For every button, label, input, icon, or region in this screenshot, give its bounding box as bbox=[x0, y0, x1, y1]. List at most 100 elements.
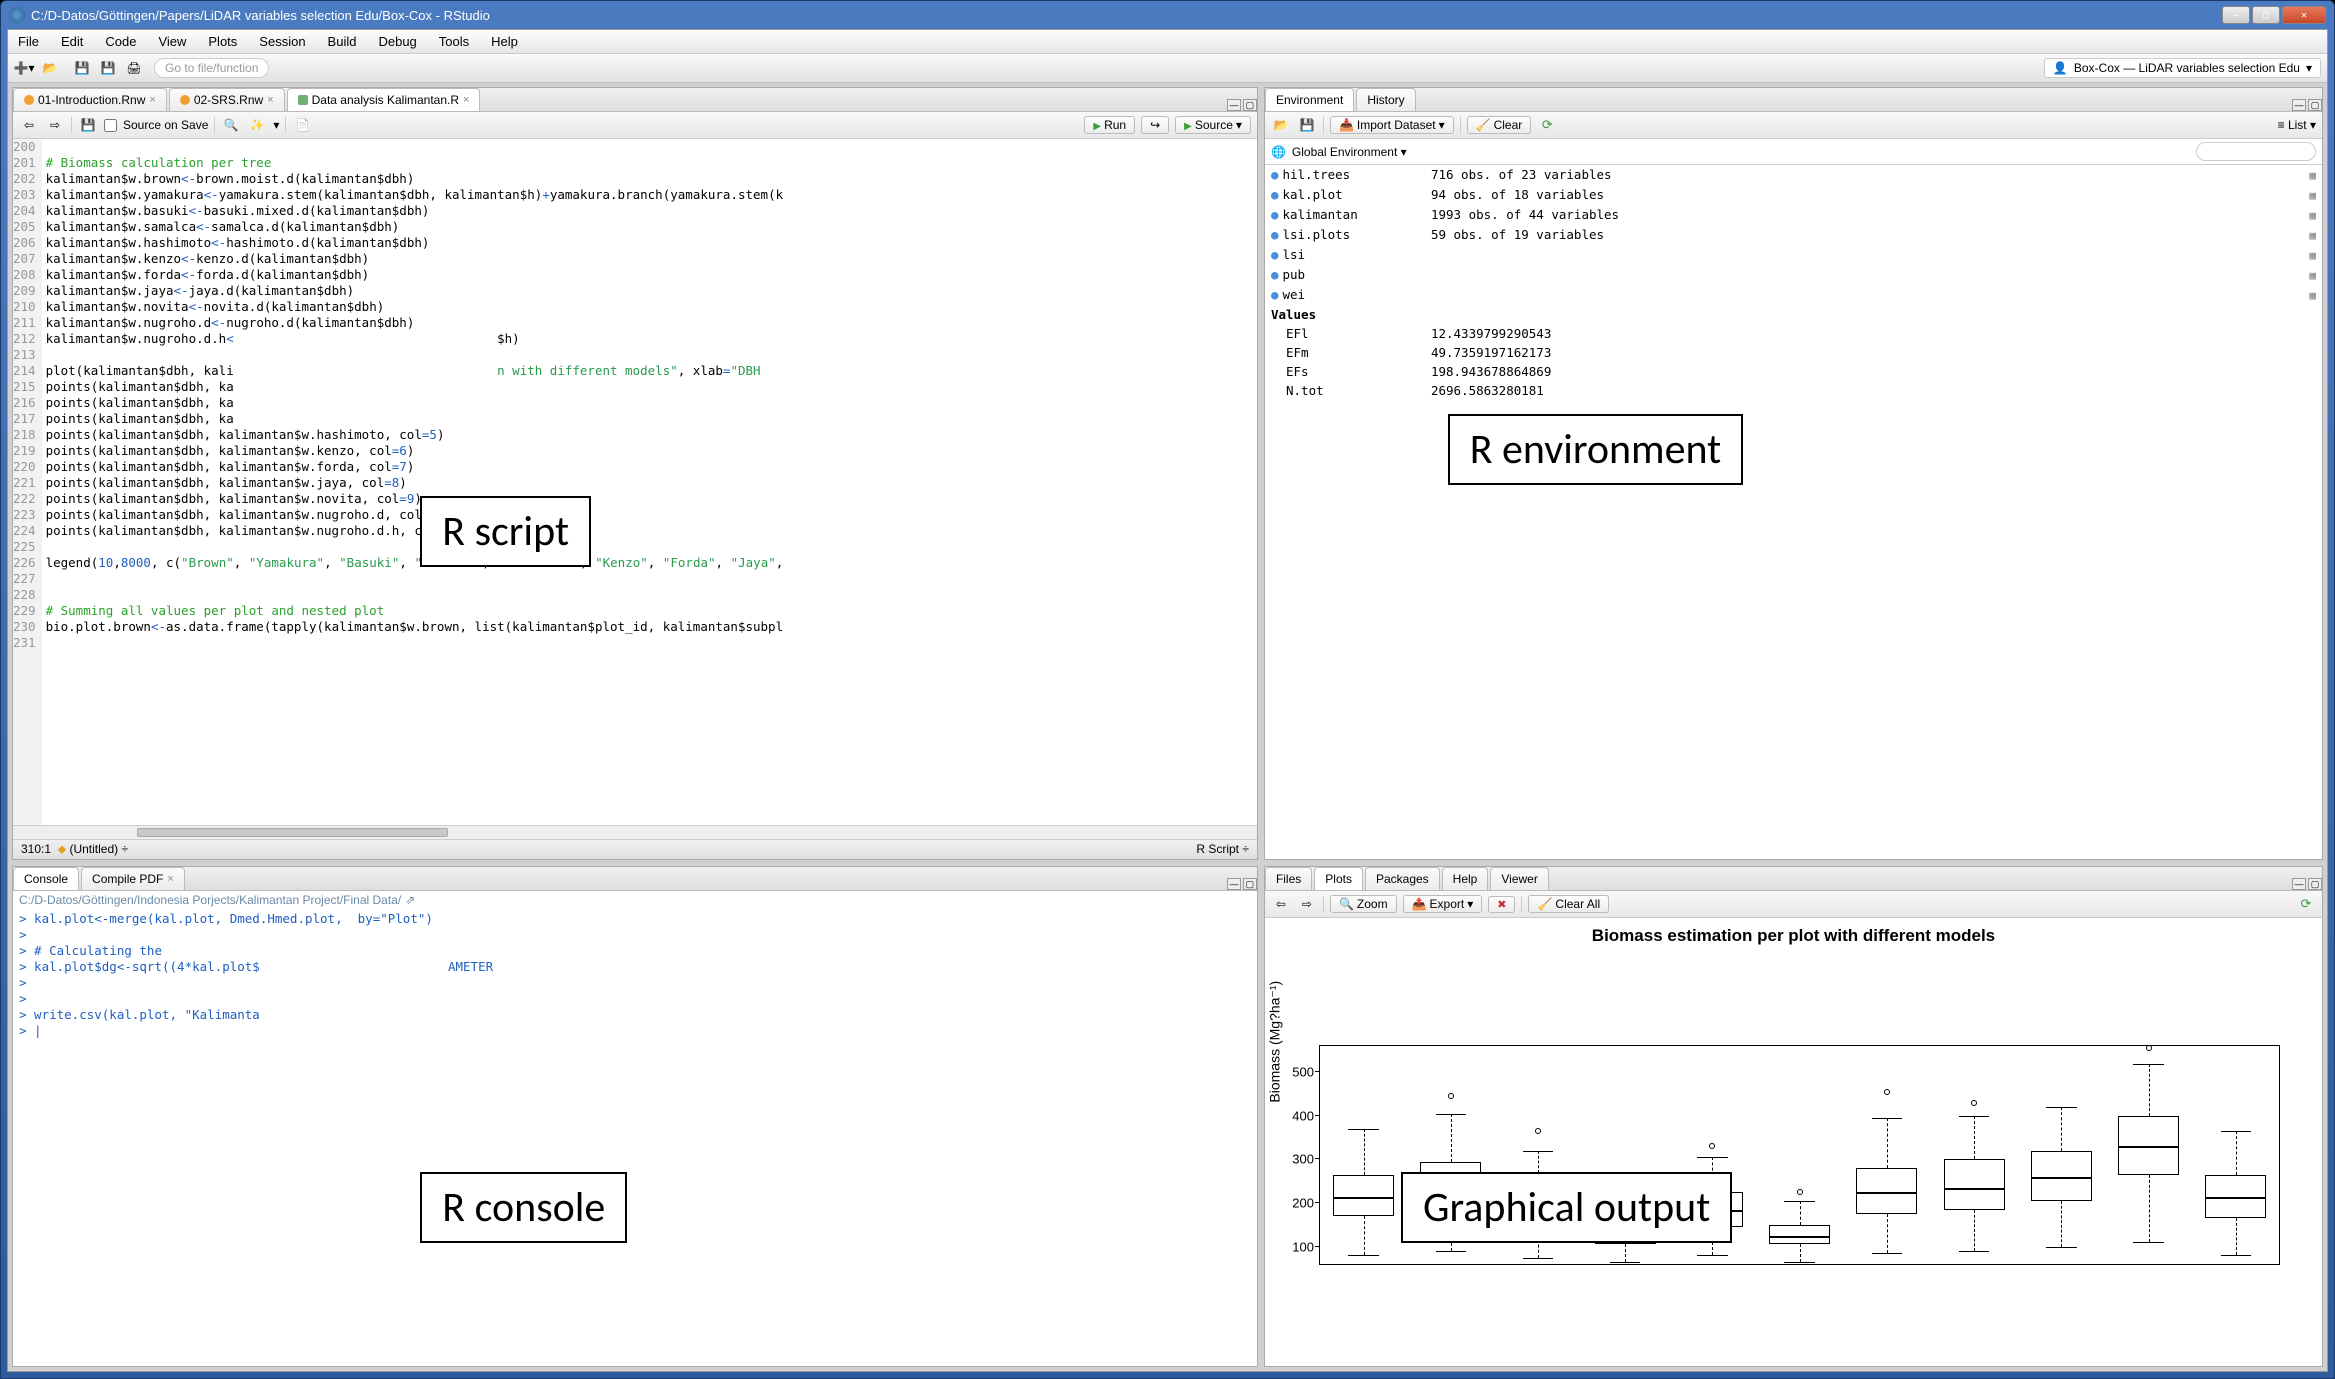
grid-icon[interactable] bbox=[2309, 285, 2316, 305]
pane-maximize-button[interactable]: ▢ bbox=[1243, 99, 1257, 111]
env-value-row[interactable]: EFm49.7359197162173 bbox=[1265, 343, 2322, 362]
grid-icon[interactable] bbox=[2309, 165, 2316, 185]
import-dataset-button[interactable]: 📥 Import Dataset ▾ bbox=[1330, 116, 1454, 134]
source-on-save-checkbox[interactable] bbox=[104, 119, 117, 132]
env-value-row[interactable]: EFs198.943678864869 bbox=[1265, 362, 2322, 381]
menu-help[interactable]: Help bbox=[487, 32, 522, 51]
pane-minimize-button[interactable]: — bbox=[2292, 878, 2306, 890]
pane-minimize-button[interactable]: — bbox=[1227, 878, 1241, 890]
env-value-row[interactable]: N.tot2696.5863280181 bbox=[1265, 381, 2322, 400]
close-tab-icon[interactable]: × bbox=[463, 94, 469, 106]
env-data-row[interactable]: pub bbox=[1265, 265, 2322, 285]
grid-icon[interactable] bbox=[2309, 205, 2316, 225]
grid-icon[interactable] bbox=[2309, 185, 2316, 205]
compile-button[interactable] bbox=[292, 115, 312, 135]
globe-icon bbox=[1271, 145, 1286, 159]
load-workspace-button[interactable] bbox=[1271, 115, 1291, 135]
refresh-env-button[interactable] bbox=[1537, 115, 1557, 135]
new-file-button[interactable]: ➕▾ bbox=[14, 58, 34, 78]
editor-tab[interactable]: 02-SRS.Rnw× bbox=[169, 88, 285, 111]
menu-edit[interactable]: Edit bbox=[57, 32, 87, 51]
environment-pane: EnvironmentHistory — ▢ 📥 Import Dataset … bbox=[1264, 87, 2323, 860]
remove-plot-button[interactable] bbox=[1488, 896, 1515, 913]
zoom-button[interactable]: Zoom bbox=[1330, 895, 1397, 913]
section-dropdown-icon[interactable]: ÷ bbox=[118, 842, 128, 857]
env-tab[interactable]: Environment bbox=[1265, 88, 1354, 111]
plots-tab[interactable]: Files bbox=[1265, 867, 1312, 890]
forward-button[interactable]: ⇨ bbox=[45, 115, 65, 135]
menu-file[interactable]: File bbox=[14, 32, 43, 51]
save-button[interactable] bbox=[72, 58, 92, 78]
section-label[interactable]: (Untitled) bbox=[69, 842, 118, 857]
back-button[interactable]: ⇦ bbox=[19, 115, 39, 135]
pane-minimize-button[interactable]: — bbox=[2292, 99, 2306, 111]
console-body[interactable]: > kal.plot<-merge(kal.plot, Dmed.Hmed.pl… bbox=[13, 909, 1257, 1366]
find-button[interactable] bbox=[221, 115, 241, 135]
menu-debug[interactable]: Debug bbox=[374, 32, 420, 51]
minimize-button[interactable]: — bbox=[2222, 6, 2250, 24]
code-editor[interactable]: 2002012022032042052062072082092102112122… bbox=[13, 139, 1257, 825]
menu-code[interactable]: Code bbox=[101, 32, 140, 51]
plots-tab[interactable]: Help bbox=[1442, 867, 1489, 890]
run-button[interactable]: Run bbox=[1084, 116, 1135, 134]
print-button[interactable]: 🖨 bbox=[124, 58, 144, 78]
maximize-button[interactable]: ▢ bbox=[2252, 6, 2280, 24]
editor-tab[interactable]: Data analysis Kalimantan.R× bbox=[287, 88, 481, 111]
editor-toolbar: ⇦ ⇨ Source on Save ▾ Run ↪ Source ▾ bbox=[13, 112, 1257, 139]
editor-tab[interactable]: 01-Introduction.Rnw× bbox=[13, 88, 167, 111]
close-tab-icon[interactable]: × bbox=[149, 94, 155, 106]
menu-build[interactable]: Build bbox=[324, 32, 361, 51]
prev-plot-button[interactable]: ⇦ bbox=[1271, 894, 1291, 914]
env-data-row[interactable]: hil.trees716 obs. of 23 variables bbox=[1265, 165, 2322, 185]
pane-maximize-button[interactable]: ▢ bbox=[2308, 99, 2322, 111]
env-data-row[interactable]: wei bbox=[1265, 285, 2322, 305]
env-data-row[interactable]: lsi.plots59 obs. of 19 variables bbox=[1265, 225, 2322, 245]
editor-h-scrollbar[interactable] bbox=[13, 825, 1257, 839]
wd-open-icon[interactable]: ⇗ bbox=[405, 893, 415, 907]
env-data-row[interactable]: lsi bbox=[1265, 245, 2322, 265]
console-tab[interactable]: Compile PDF× bbox=[81, 867, 185, 890]
env-data-row[interactable]: kalimantan1993 obs. of 44 variables bbox=[1265, 205, 2322, 225]
rerun-button[interactable]: ↪ bbox=[1141, 116, 1169, 134]
env-list[interactable]: hil.trees716 obs. of 23 variableskal.plo… bbox=[1265, 165, 2322, 859]
close-button[interactable]: ✕ bbox=[2282, 6, 2326, 24]
grid-icon[interactable] bbox=[2309, 225, 2316, 245]
titlebar[interactable]: C:/D-Datos/Göttingen/Papers/LiDAR variab… bbox=[1, 1, 2334, 29]
open-file-button[interactable] bbox=[40, 58, 60, 78]
menu-view[interactable]: View bbox=[154, 32, 190, 51]
export-button[interactable]: Export ▾ bbox=[1403, 895, 1483, 913]
save-script-button[interactable] bbox=[78, 115, 98, 135]
project-selector[interactable]: 👤 Box-Cox — LiDAR variables selection Ed… bbox=[2044, 58, 2321, 78]
wand-button[interactable] bbox=[247, 115, 267, 135]
file-type-label[interactable]: R Script bbox=[1196, 842, 1239, 856]
clear-env-button[interactable]: Clear bbox=[1467, 116, 1532, 134]
env-search-input[interactable] bbox=[2196, 142, 2316, 161]
pane-maximize-button[interactable]: ▢ bbox=[1243, 878, 1257, 890]
pane-maximize-button[interactable]: ▢ bbox=[2308, 878, 2322, 890]
console-tab[interactable]: Console bbox=[13, 867, 79, 890]
console-wd-path[interactable]: C:/D-Datos/Göttingen/Indonesia Porjects/… bbox=[13, 891, 1257, 909]
env-scope-selector[interactable]: Global Environment ▾ bbox=[1292, 145, 1407, 159]
plot-area: Biomass estimation per plot with differe… bbox=[1265, 918, 2322, 1366]
goto-file-function-input[interactable]: Go to file/function bbox=[154, 58, 269, 78]
source-button[interactable]: Source ▾ bbox=[1175, 116, 1251, 134]
menu-tools[interactable]: Tools bbox=[435, 32, 473, 51]
clear-all-plots-button[interactable]: Clear All bbox=[1528, 895, 1609, 913]
close-tab-icon[interactable]: × bbox=[267, 94, 273, 106]
plots-tab[interactable]: Packages bbox=[1365, 867, 1440, 890]
grid-icon[interactable] bbox=[2309, 245, 2316, 265]
plots-tab[interactable]: Plots bbox=[1314, 867, 1363, 890]
pane-minimize-button[interactable]: — bbox=[1227, 99, 1241, 111]
env-data-row[interactable]: kal.plot94 obs. of 18 variables bbox=[1265, 185, 2322, 205]
env-tab[interactable]: History bbox=[1356, 88, 1415, 111]
grid-icon[interactable] bbox=[2309, 265, 2316, 285]
refresh-plots-button[interactable] bbox=[2296, 894, 2316, 914]
plots-tab[interactable]: Viewer bbox=[1490, 867, 1548, 890]
next-plot-button[interactable]: ⇨ bbox=[1297, 894, 1317, 914]
menu-session[interactable]: Session bbox=[255, 32, 309, 51]
save-all-button[interactable]: 💾 bbox=[98, 58, 118, 78]
menu-plots[interactable]: Plots bbox=[204, 32, 241, 51]
list-view-button[interactable]: ≡ List ▾ bbox=[2278, 118, 2316, 132]
save-workspace-button[interactable] bbox=[1297, 115, 1317, 135]
env-value-row[interactable]: EFl12.4339799290543 bbox=[1265, 324, 2322, 343]
